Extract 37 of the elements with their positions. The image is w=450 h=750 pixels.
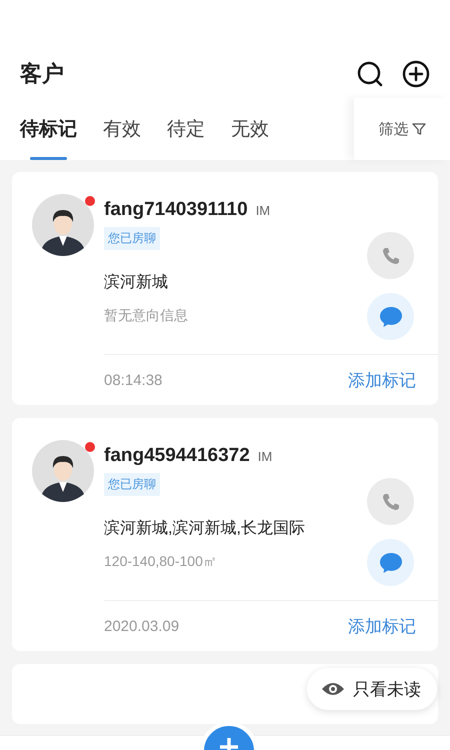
page-title: 客户 xyxy=(20,60,65,88)
time-text: 2020.03.09 xyxy=(104,618,180,634)
time-text: 08:14:38 xyxy=(104,372,162,388)
chat-bubble-icon xyxy=(378,552,402,574)
tab[interactable]: 待定 xyxy=(167,98,205,160)
tab[interactable]: 待标记 xyxy=(20,98,77,160)
source-label: IM xyxy=(256,203,270,218)
customer-card[interactable]: fang7140391110 IM 您已房聊 滨河新城 暂无意向信息 08:14:38 添加标记 xyxy=(12,172,438,405)
filter-button[interactable]: 筛选 xyxy=(354,98,450,160)
tab[interactable]: 无效 xyxy=(231,98,269,160)
customer-name: fang4594416372 xyxy=(104,445,250,467)
funnel-icon xyxy=(412,122,426,136)
eye-icon xyxy=(321,680,345,698)
add-icon[interactable] xyxy=(402,60,430,88)
chat-tag: 您已房聊 xyxy=(104,227,160,250)
call-button[interactable] xyxy=(367,232,414,279)
area-text: 滨河新城,滨河新城,长龙国际 xyxy=(104,518,306,539)
avatar-icon xyxy=(32,440,94,502)
search-icon[interactable] xyxy=(356,60,384,88)
unread-filter-button[interactable]: 只看未读 xyxy=(307,668,437,710)
call-button[interactable] xyxy=(367,478,414,525)
tab[interactable]: 有效 xyxy=(103,98,141,160)
avatar-icon xyxy=(32,194,94,256)
phone-icon xyxy=(380,246,400,266)
phone-icon xyxy=(380,492,400,512)
intent-text: 120-140,80-100㎡ xyxy=(104,553,218,571)
customer-name: fang7140391110 xyxy=(104,199,248,221)
add-mark-link[interactable]: 添加标记 xyxy=(348,368,416,392)
add-mark-link[interactable]: 添加标记 xyxy=(348,614,416,638)
area-text: 滨河新城 xyxy=(104,272,169,293)
intent-text: 暂无意向信息 xyxy=(104,307,189,325)
message-button[interactable] xyxy=(367,293,414,340)
message-button[interactable] xyxy=(367,539,414,586)
chat-bubble-icon xyxy=(378,306,402,328)
source-label: IM xyxy=(258,449,272,464)
chat-tag: 您已房聊 xyxy=(104,473,160,496)
customer-card[interactable]: fang4594416372 IM 您已房聊 滨河新城,滨河新城,长龙国际 120-140,80-100㎡ 2020.03.09 添加标记 xyxy=(12,418,438,651)
